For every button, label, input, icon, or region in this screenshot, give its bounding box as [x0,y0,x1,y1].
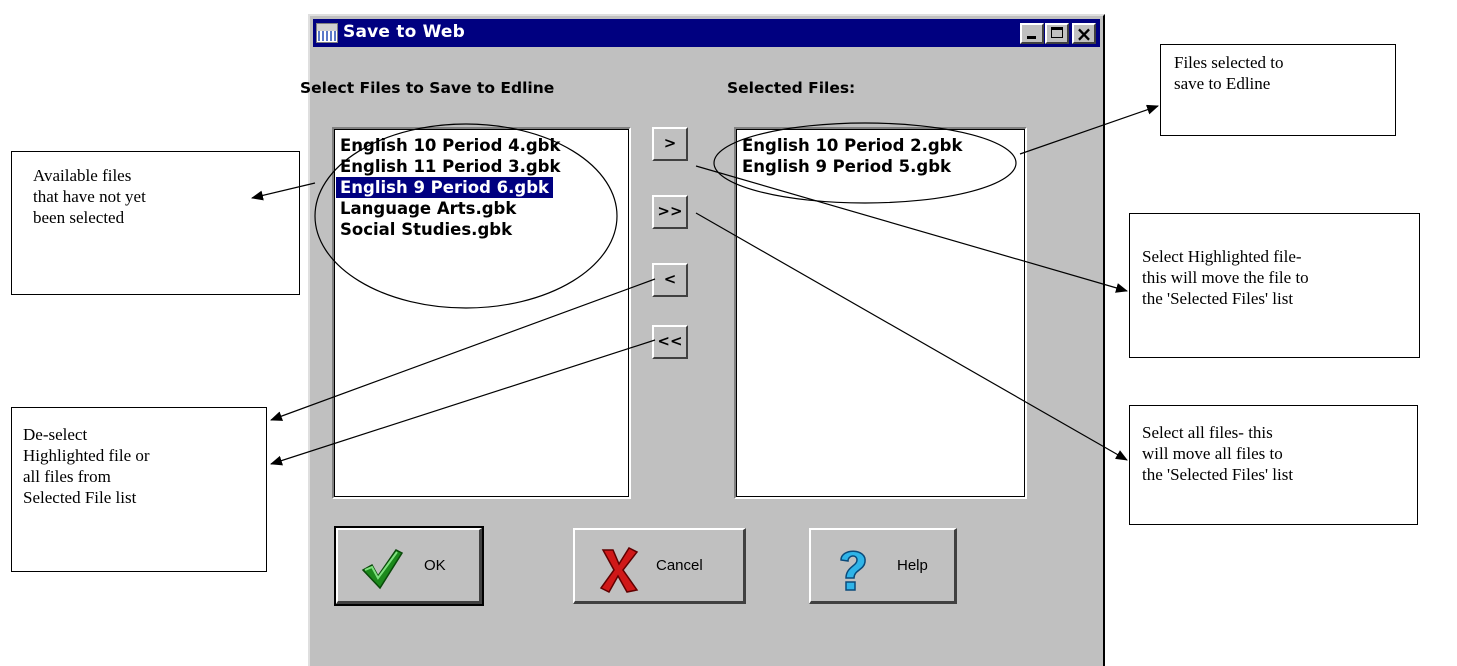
deselect-all-button[interactable]: << [652,325,688,359]
list-item[interactable]: Language Arts.gbk [336,198,629,219]
callout-line: save to Edline [1174,74,1271,93]
callout-line: Selected File list [23,488,137,507]
list-item[interactable]: Social Studies.gbk [336,219,629,240]
callout-line: will move all files to [1142,444,1283,463]
callout-line: De-select [23,425,88,444]
callout-line: all files from [23,467,111,486]
minimize-button[interactable] [1020,23,1044,44]
ok-label: OK [424,557,446,574]
callout-select-highlighted: Select Highlighted file- this will move … [1129,213,1420,358]
save-to-web-dialog: Save to Web × Select Files to Save to Ed… [300,14,1105,666]
callout-available-files: Available files that have not yet been s… [11,151,300,295]
question-mark-icon [840,550,866,591]
gradequick-app-icon [316,23,338,43]
callout-files-selected: Files selected to save to Edline [1160,44,1396,136]
callout-line: this will move the file to [1142,268,1309,287]
callout-line: the 'Selected Files' list [1142,289,1294,308]
available-files-label: Select Files to Save to Edline [300,79,555,97]
deselect-one-button[interactable]: < [652,263,688,297]
available-files-list[interactable]: English 10 Period 4.gbk English 11 Period… [332,127,631,499]
callout-line: Available files [33,166,132,185]
maximize-icon [1051,27,1063,38]
close-button[interactable]: × [1072,22,1096,46]
selected-files-label: Selected Files: [727,79,856,97]
cancel-button[interactable]: Cancel [573,528,746,604]
list-item[interactable]: English 9 Period 5.gbk [738,156,1025,177]
close-icon: × [1075,22,1093,46]
title-bar[interactable]: Save to Web × [313,19,1100,47]
callout-line: Files selected to [1174,53,1284,72]
ok-button[interactable]: OK [334,526,484,606]
cancel-label: Cancel [656,557,703,574]
select-all-button[interactable]: >> [652,195,688,229]
callout-line: that have not yet [33,187,146,206]
minimize-icon [1027,36,1036,39]
list-item[interactable]: English 10 Period 4.gbk [336,135,629,156]
callout-line: Select all files- this [1142,423,1273,442]
maximize-button[interactable] [1045,23,1069,44]
window-title: Save to Web [343,22,466,42]
list-item[interactable]: English 10 Period 2.gbk [738,135,1025,156]
callout-deselect: De-select Highlighted file or all files … [11,407,267,572]
callout-line: the 'Selected Files' list [1142,465,1294,484]
callout-line: Highlighted file or [23,446,150,465]
callout-line: Select Highlighted file- [1142,247,1302,266]
list-item[interactable]: English 11 Period 3.gbk [336,156,629,177]
red-x-icon [599,547,639,593]
list-item-highlighted[interactable]: English 9 Period 6.gbk [336,177,553,198]
callout-select-all: Select all files- this will move all fil… [1129,405,1418,525]
select-one-button[interactable]: > [652,127,688,161]
selected-files-list[interactable]: English 10 Period 2.gbk English 9 Period … [734,127,1027,499]
help-button[interactable]: Help [809,528,957,604]
help-label: Help [897,557,928,574]
checkmark-icon [361,549,404,590]
callout-line: been selected [33,208,125,227]
